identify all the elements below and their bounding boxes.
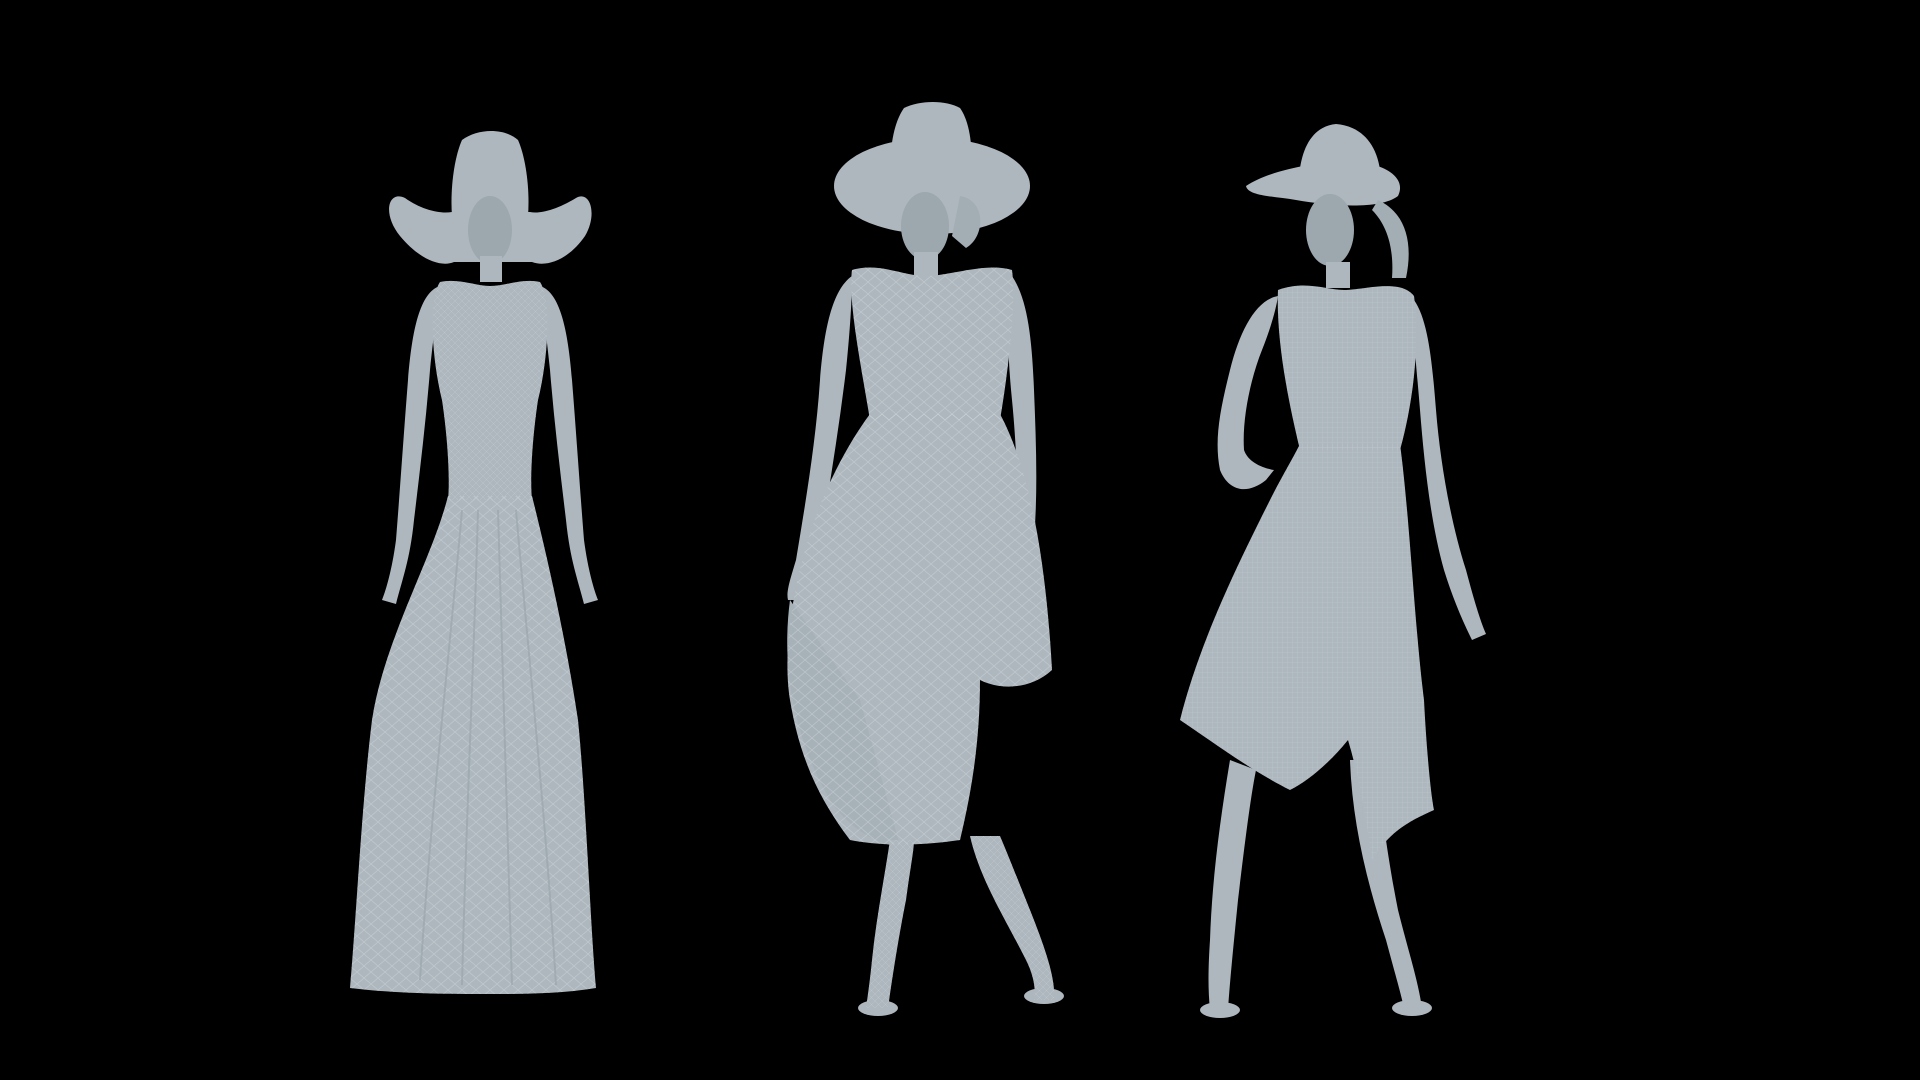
figure-center [787,102,1064,1016]
render-canvas [0,0,1920,1080]
figure-left [350,131,598,994]
figure-right [1180,124,1486,1018]
render-scene [350,102,1486,1018]
